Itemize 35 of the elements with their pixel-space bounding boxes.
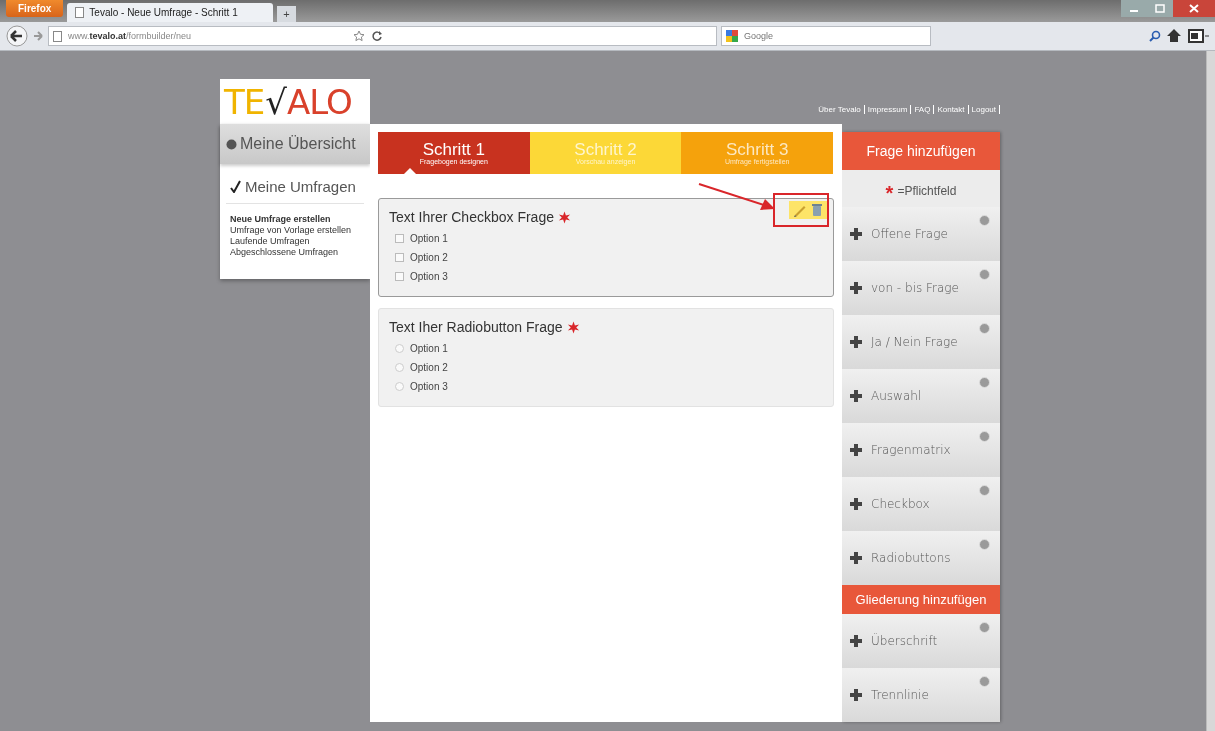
surveys-menu-item[interactable]: Meine Umfragen [226, 164, 364, 204]
option-label: Option 2 [410, 252, 448, 263]
question-card[interactable]: Text Iher Radiobutton Frage Option 1 Option 2 Option 3 [378, 308, 834, 407]
overview-menu-item[interactable]: Meine Übersicht [220, 124, 370, 164]
submenu-link[interactable]: Neue Umfrage erstellen [230, 214, 331, 224]
question-title: Text Iher Radiobutton Frage [389, 319, 563, 335]
option-label: Option 3 [410, 271, 448, 282]
section-header: Frage hinzufügen [842, 132, 1000, 170]
add-item-button[interactable]: Checkbox [842, 477, 1000, 531]
submenu-link[interactable]: Laufende Umfragen [230, 236, 310, 246]
option-label: Option 2 [410, 362, 448, 373]
search-input[interactable]: Google [744, 31, 894, 41]
add-item-button[interactable]: Offene Frage [842, 207, 1000, 261]
add-item-button[interactable]: Ja / Nein Frage [842, 315, 1000, 369]
search-field[interactable]: Google [721, 26, 931, 46]
option-label: Option 1 [410, 343, 448, 354]
new-tab-button[interactable]: + [277, 6, 296, 22]
address-bar[interactable]: www.tevalo.at/formbuilder/neu [48, 26, 717, 46]
submenu-link[interactable]: Umfrage von Vorlage erstellen [230, 225, 352, 235]
add-item-button[interactable]: Fragenmatrix [842, 423, 1000, 477]
option-label: Option 1 [410, 233, 448, 244]
question-title: Text Ihrer Checkbox Frage [389, 209, 554, 225]
add-item-button[interactable]: Radiobuttons [842, 531, 1000, 585]
section-header: Gliederung hinzufügen [842, 585, 1000, 614]
add-item-button[interactable]: Trennlinie [842, 668, 1000, 722]
submenu-link[interactable]: Abgeschlossene Umfragen [230, 247, 339, 257]
add-item-button[interactable]: Auswahl [842, 369, 1000, 423]
legend-text: =Pflichtfeld [897, 184, 957, 198]
add-item-button[interactable]: Überschrift [842, 614, 1000, 668]
tevalo-logo[interactable]: TE√ALO [220, 79, 370, 124]
browser-tab[interactable]: Tevalo - Neue Umfrage - Schritt 1 [67, 3, 274, 22]
url-text: www.tevalo.at/formbuilder/neu [68, 31, 192, 41]
add-item-button[interactable]: von - bis Frage [842, 261, 1000, 315]
required-mark: * [885, 183, 894, 199]
option-label: Option 3 [410, 381, 448, 392]
